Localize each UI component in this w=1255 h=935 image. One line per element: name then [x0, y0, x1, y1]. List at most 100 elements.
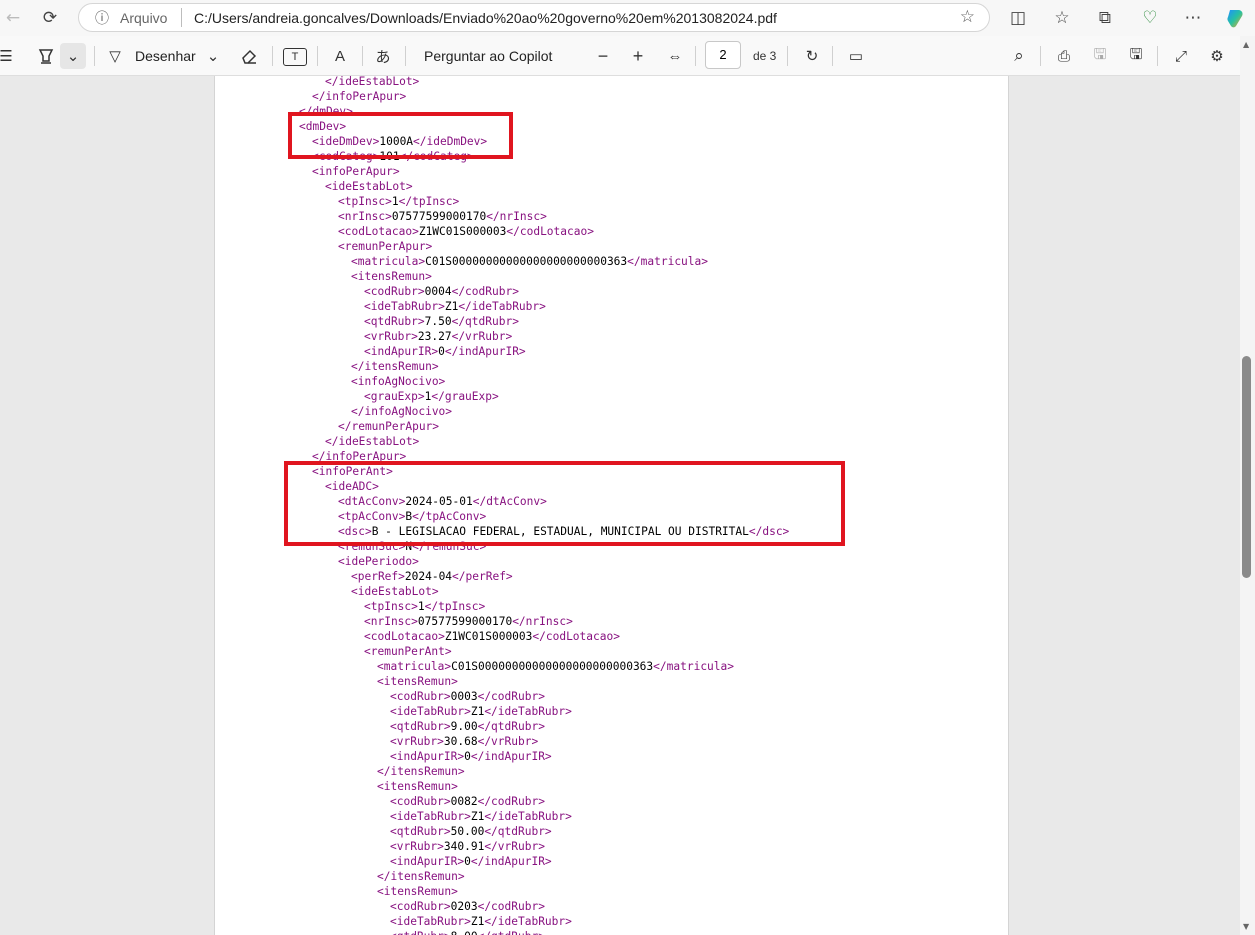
- xml-value: 0: [464, 750, 471, 763]
- page-view-icon[interactable]: ▭: [845, 43, 867, 69]
- vertical-scrollbar[interactable]: ▲ ▼: [1240, 36, 1255, 935]
- xml-tag: </nrInsc>: [486, 210, 547, 223]
- highlight-box-infoperant: [284, 461, 845, 546]
- performance-heart-icon[interactable]: ♡: [1137, 5, 1163, 31]
- reload-icon[interactable]: ⟳: [37, 5, 63, 31]
- xml-tag: </indApurIR>: [470, 855, 552, 868]
- highlight-icon[interactable]: [34, 43, 58, 69]
- fullscreen-icon[interactable]: ⤢: [1170, 43, 1192, 69]
- xml-tag: <ideEstabLot>: [325, 180, 413, 193]
- xml-tag: </ideTabRubr>: [484, 915, 572, 928]
- xml-tag: </nrInsc>: [512, 615, 573, 628]
- xml-value: Z1: [444, 300, 459, 313]
- scrollbar-thumb[interactable]: [1242, 356, 1251, 578]
- xml-tag: <qtdRubr>: [390, 720, 451, 733]
- xml-line: <infoAgNocivo>: [351, 374, 445, 389]
- save-as-icon[interactable]: 🖫: [1125, 43, 1147, 69]
- xml-line: <codLotacao>Z1WC01S000003</codLotacao>: [364, 629, 620, 644]
- xml-tag: <vrRubr>: [364, 330, 418, 343]
- xml-value: 0082: [450, 795, 478, 808]
- contents-menu-icon[interactable]: ☰: [0, 43, 16, 69]
- xml-tag: </indApurIR>: [444, 345, 526, 358]
- xml-tag: <qtdRubr>: [364, 315, 425, 328]
- xml-line: </ideEstabLot>: [325, 434, 419, 449]
- highlight-dropdown-chevron-icon[interactable]: ⌄: [60, 43, 86, 69]
- info-icon[interactable]: ⓘ: [95, 8, 109, 28]
- split-screen-icon[interactable]: ◫: [1005, 5, 1031, 31]
- zoom-in-icon[interactable]: +: [627, 43, 649, 69]
- copilot-icon[interactable]: [1222, 5, 1248, 31]
- draw-pen-icon[interactable]: ▽: [104, 43, 126, 69]
- xml-value: 50.00: [450, 825, 485, 838]
- xml-tag: </qtdRubr>: [477, 720, 545, 733]
- xml-tag: </tpInsc>: [424, 600, 486, 613]
- xml-line: <ideTabRubr>Z1</ideTabRubr>: [390, 914, 572, 929]
- xml-tag: <itensRemun>: [377, 675, 458, 688]
- favorite-star-icon[interactable]: ☆: [960, 7, 975, 27]
- more-menu-icon[interactable]: ⋯: [1180, 5, 1206, 31]
- xml-tag: </vrRubr>: [484, 840, 545, 853]
- url-text[interactable]: C:/Users/andreia.goncalves/Downloads/Env…: [194, 10, 777, 26]
- xml-tag: </codLotacao>: [506, 225, 594, 238]
- browser-address-bar: ← ⟳ ⓘ Arquivo C:/Users/andreia.goncalves…: [0, 0, 1255, 36]
- xml-tag: <indApurIR>: [390, 855, 465, 868]
- xml-tag: <vrRubr>: [390, 735, 444, 748]
- add-text-icon[interactable]: T: [283, 48, 307, 66]
- xml-tag: </qtdRubr>: [451, 315, 519, 328]
- xml-tag: </itensRemun>: [377, 870, 465, 883]
- toolbar-separator: [1040, 46, 1041, 66]
- toolbar-separator: [362, 46, 363, 66]
- collections-icon[interactable]: ⧉: [1092, 5, 1118, 31]
- toolbar-separator: [695, 46, 696, 66]
- xml-line: </itensRemun>: [377, 869, 465, 884]
- xml-line: <remunPerAnt>: [364, 644, 452, 659]
- highlight-box-dmdev: [288, 112, 513, 159]
- xml-line: <vrRubr>23.27</vrRubr>: [364, 329, 512, 344]
- xml-value: 0203: [450, 900, 478, 913]
- translate-icon[interactable]: あ: [372, 43, 394, 69]
- xml-tag: <tpInsc>: [338, 195, 392, 208]
- xml-tag: <nrInsc>: [338, 210, 392, 223]
- url-bar[interactable]: ⓘ Arquivo C:/Users/andreia.goncalves/Dow…: [78, 3, 990, 32]
- print-icon[interactable]: ⎙: [1053, 43, 1075, 69]
- settings-gear-icon[interactable]: ⚙: [1206, 43, 1228, 69]
- xml-value: 07577599000170: [391, 210, 487, 223]
- search-icon[interactable]: ⌕: [1008, 43, 1030, 69]
- xml-line: </infoAgNocivo>: [351, 404, 452, 419]
- read-aloud-icon[interactable]: A: [329, 43, 351, 69]
- xml-value: 1: [417, 600, 425, 613]
- xml-line: <codLotacao>Z1WC01S000003</codLotacao>: [338, 224, 594, 239]
- url-divider: [181, 8, 182, 27]
- page-number-input[interactable]: 2: [705, 41, 741, 69]
- xml-tag: </vrRubr>: [451, 330, 513, 343]
- draw-button-label[interactable]: Desenhar: [135, 43, 196, 69]
- xml-line: </itensRemun>: [351, 359, 439, 374]
- eraser-icon[interactable]: [238, 43, 260, 69]
- xml-value: Z1: [470, 915, 485, 928]
- xml-line: <ideTabRubr>Z1</ideTabRubr>: [390, 704, 572, 719]
- save-icon[interactable]: 🖫: [1089, 43, 1111, 69]
- zoom-out-icon[interactable]: −: [592, 43, 614, 69]
- back-arrow-icon[interactable]: ←: [0, 5, 26, 31]
- scroll-down-arrow-icon[interactable]: ▼: [1243, 922, 1249, 931]
- xml-tag: </matricula>: [653, 660, 734, 673]
- toolbar-separator: [405, 46, 406, 66]
- xml-tag: <codLotacao>: [338, 225, 419, 238]
- favorites-icon[interactable]: ☆: [1049, 5, 1075, 31]
- xml-value: Z1: [470, 705, 485, 718]
- xml-tag: <ideEstabLot>: [351, 585, 439, 598]
- xml-line: <qtdRubr>50.00</qtdRubr>: [390, 824, 552, 839]
- xml-line: <qtdRubr>8.00</qtdRubr>: [390, 929, 545, 935]
- pdf-viewer[interactable]: </ideEstabLot> </infoPerApur> </dmDev> <dmD…: [0, 76, 1240, 935]
- toolbar-separator: [317, 46, 318, 66]
- xml-tag: </infoPerApur>: [312, 90, 407, 103]
- xml-tag: <itensRemun>: [351, 270, 432, 283]
- xml-tag: </codRubr>: [477, 900, 545, 913]
- xml-line: <vrRubr>340.91</vrRubr>: [390, 839, 545, 854]
- draw-dropdown-chevron-icon[interactable]: ⌄: [203, 43, 223, 69]
- ask-copilot-button[interactable]: Perguntar ao Copilot: [424, 43, 552, 69]
- rotate-icon[interactable]: ↻: [801, 43, 823, 69]
- scroll-up-arrow-icon[interactable]: ▲: [1243, 40, 1249, 49]
- xml-line: <infoPerApur>: [312, 164, 400, 179]
- fit-to-width-icon[interactable]: ⇔: [664, 43, 686, 69]
